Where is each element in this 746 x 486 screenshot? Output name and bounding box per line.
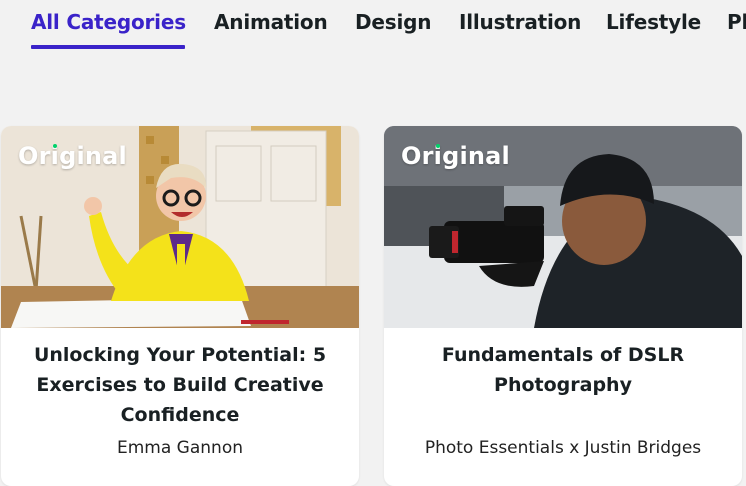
class-card[interactable]: Original Fundamentals of DSLR Photograph… [384,126,742,486]
original-badge: Original [18,142,127,170]
original-badge-dot [436,144,440,148]
class-thumbnail: Original [1,126,359,328]
tab-all-categories[interactable]: All Categories [31,10,186,34]
class-title[interactable]: Fundamentals of DSLR Photography [404,340,722,400]
category-tabs: All Categories Animation Design Illustra… [0,0,746,56]
tab-lifestyle[interactable]: Lifestyle [606,10,701,34]
class-card[interactable]: Original Unlocking Your Potential: 5 Exe… [1,126,359,486]
active-tab-indicator [31,45,185,49]
tab-design[interactable]: Design [355,10,431,34]
tab-illustration[interactable]: Illustration [459,10,581,34]
class-thumbnail: Original [384,126,742,328]
tab-truncated[interactable]: Pl [727,10,746,34]
class-title[interactable]: Unlocking Your Potential: 5 Exercises to… [21,340,339,430]
original-badge-dot [53,144,57,148]
original-badge: Original [401,142,510,170]
tab-animation[interactable]: Animation [214,10,328,34]
class-author[interactable]: Emma Gannon [1,438,359,458]
class-author[interactable]: Photo Essentials x Justin Bridges [384,438,742,458]
